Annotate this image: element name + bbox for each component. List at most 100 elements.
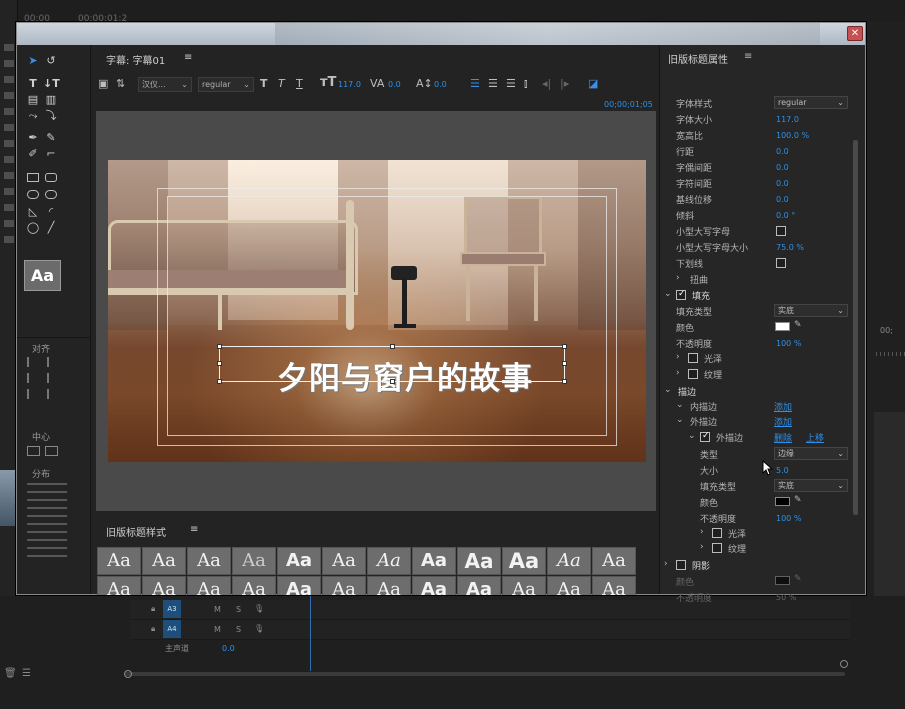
texture-checkbox[interactable] xyxy=(688,369,698,379)
title-timecode[interactable]: 00;00;01;05 xyxy=(604,100,653,109)
align-hcenter-icon[interactable] xyxy=(27,373,36,383)
resize-handle[interactable] xyxy=(562,379,567,384)
chevron-right-icon[interactable]: › xyxy=(700,542,704,552)
microphone-icon[interactable]: 🎙︎ xyxy=(254,624,264,633)
resize-handle[interactable] xyxy=(562,361,567,366)
stroke-sheen-checkbox[interactable] xyxy=(712,528,722,538)
fill-type-select[interactable]: 实底 ⌄ xyxy=(774,304,848,317)
arc-tool-icon[interactable]: ◜ xyxy=(43,205,59,219)
style-swatch[interactable]: Aa xyxy=(457,547,501,575)
font-family-dropdown[interactable]: 汉仪... ⌄ xyxy=(138,77,192,92)
list-view-icon[interactable]: ☰ xyxy=(22,668,31,679)
stroke-size-value[interactable]: 5.0 xyxy=(776,466,789,475)
chevron-right-icon[interactable]: › xyxy=(676,273,680,283)
shadow-color-swatch[interactable] xyxy=(775,576,790,585)
font-style-dropdown[interactable]: regular ⌄ xyxy=(198,77,254,92)
clipped-rect-tool-icon[interactable] xyxy=(45,190,57,199)
underline-checkbox[interactable] xyxy=(776,258,786,268)
prev-frame-icon[interactable]: ◂| xyxy=(542,77,551,90)
style-swatch[interactable]: Aa xyxy=(142,576,186,595)
lock-icon[interactable]: 🔒︎ xyxy=(151,624,155,634)
panel-menu-icon[interactable]: ≡ xyxy=(744,51,752,62)
solo-a3-button[interactable]: S xyxy=(236,605,241,614)
align-center-text-icon[interactable]: ☰ xyxy=(488,77,498,90)
microphone-icon[interactable]: 🎙︎ xyxy=(254,604,264,613)
style-swatch[interactable]: Aa xyxy=(322,547,366,575)
font-size-value[interactable]: 117.0 xyxy=(338,80,361,89)
delete-stroke-link[interactable]: 删除 xyxy=(774,431,792,444)
chevron-right-icon[interactable]: › xyxy=(676,352,680,362)
distort-label[interactable]: 扭曲 xyxy=(690,273,708,286)
eyedropper-icon[interactable]: ✎ xyxy=(794,495,802,505)
style-swatch[interactable]: Aa xyxy=(277,576,321,595)
align-vcenter-icon[interactable] xyxy=(47,357,56,367)
roll-crawl-icon[interactable]: ⇅ xyxy=(116,77,125,90)
path-type-tool-icon[interactable]: ⤳ xyxy=(25,109,41,123)
selection-tool-icon[interactable]: ➤ xyxy=(25,54,41,68)
chevron-down-icon[interactable]: ⌄ xyxy=(664,385,672,395)
area-type-tool-icon[interactable]: ▤ xyxy=(25,93,41,107)
rotate-tool-icon[interactable]: ↺ xyxy=(43,54,59,68)
properties-scrollbar[interactable] xyxy=(853,140,858,515)
close-icon[interactable]: ✕ xyxy=(847,26,863,41)
style-swatch[interactable]: Aa xyxy=(277,547,321,575)
align-right-icon[interactable] xyxy=(27,389,36,399)
lock-icon[interactable]: 🔒︎ xyxy=(151,604,155,614)
leading-value[interactable]: 0.0 xyxy=(434,80,447,89)
resize-handle[interactable] xyxy=(217,361,222,366)
center-vertical-icon[interactable] xyxy=(45,446,58,456)
align-top-icon[interactable] xyxy=(47,373,56,383)
style-swatch[interactable]: Aa xyxy=(412,547,456,575)
style-swatch[interactable]: Aa xyxy=(592,576,636,595)
kerning-value[interactable]: 0.0 xyxy=(388,80,401,89)
outer-stroke-add-link[interactable]: 添加 xyxy=(774,415,792,428)
bold-icon[interactable]: T xyxy=(260,77,268,90)
shadow-checkbox[interactable] xyxy=(676,560,686,570)
chevron-down-icon[interactable]: ⌄ xyxy=(664,289,672,299)
style-swatch[interactable]: Aa xyxy=(97,576,141,595)
resize-handle[interactable] xyxy=(217,379,222,384)
smallcaps-checkbox[interactable] xyxy=(776,226,786,236)
chevron-down-icon[interactable]: ⌄ xyxy=(688,431,696,441)
style-swatch[interactable]: Aa xyxy=(502,547,546,575)
stroke-color-swatch[interactable] xyxy=(775,497,790,506)
fill-opacity-value[interactable]: 100 % xyxy=(776,339,801,348)
aspect-value[interactable]: 100.0 % xyxy=(776,131,809,140)
ellipse-outline-tool-icon[interactable]: ◯ xyxy=(25,221,41,235)
mute-a4-button[interactable]: M xyxy=(214,625,221,634)
style-swatch[interactable]: Aa xyxy=(232,576,276,595)
chevron-down-icon[interactable]: ⌄ xyxy=(676,415,684,425)
panel-menu-icon[interactable]: ≡ xyxy=(190,524,198,535)
move-up-stroke-link[interactable]: 上移 xyxy=(806,431,824,444)
kerning-prop-value[interactable]: 0.0 xyxy=(776,163,789,172)
underline-icon[interactable]: T xyxy=(296,77,303,90)
style-swatch[interactable]: Aa xyxy=(547,547,591,575)
font-size-prop-value[interactable]: 117.0 xyxy=(776,115,799,124)
align-left-icon[interactable] xyxy=(27,357,36,367)
style-swatch[interactable]: Aa xyxy=(97,547,141,575)
line-tool-icon[interactable]: ╱ xyxy=(43,221,59,235)
panel-menu-icon[interactable]: ≡ xyxy=(184,52,192,63)
resize-handle[interactable] xyxy=(390,344,395,349)
align-right-text-icon[interactable]: ☰ xyxy=(506,77,516,90)
trash-icon[interactable]: 🗑︎ xyxy=(4,668,17,679)
text-bounding-box[interactable] xyxy=(219,346,565,382)
style-preview-aa[interactable]: Aa xyxy=(24,260,61,291)
baseline-value[interactable]: 0.0 xyxy=(776,195,789,204)
eyedropper-icon[interactable]: ✎ xyxy=(794,574,802,584)
stroke-opacity-value[interactable]: 100 % xyxy=(776,514,801,523)
style-swatch[interactable]: Aa xyxy=(322,576,366,595)
chevron-right-icon[interactable]: › xyxy=(700,527,704,537)
inner-stroke-add-link[interactable]: 添加 xyxy=(774,400,792,413)
shadow-opacity-value[interactable]: 50 % xyxy=(776,593,796,602)
pen-tool-icon[interactable]: ✒ xyxy=(25,131,41,145)
chevron-right-icon[interactable]: › xyxy=(676,368,680,378)
style-swatch[interactable]: Aa xyxy=(187,576,231,595)
mute-a3-button[interactable]: M xyxy=(214,605,221,614)
dialog-titlebar[interactable]: ✕ xyxy=(17,23,865,45)
new-title-icon[interactable]: ▣ xyxy=(98,77,108,90)
center-horizontal-icon[interactable] xyxy=(27,446,40,456)
chevron-right-icon[interactable]: › xyxy=(664,559,668,569)
slant-value[interactable]: 0.0 ° xyxy=(776,211,795,220)
distribute-buttons[interactable] xyxy=(27,483,67,558)
